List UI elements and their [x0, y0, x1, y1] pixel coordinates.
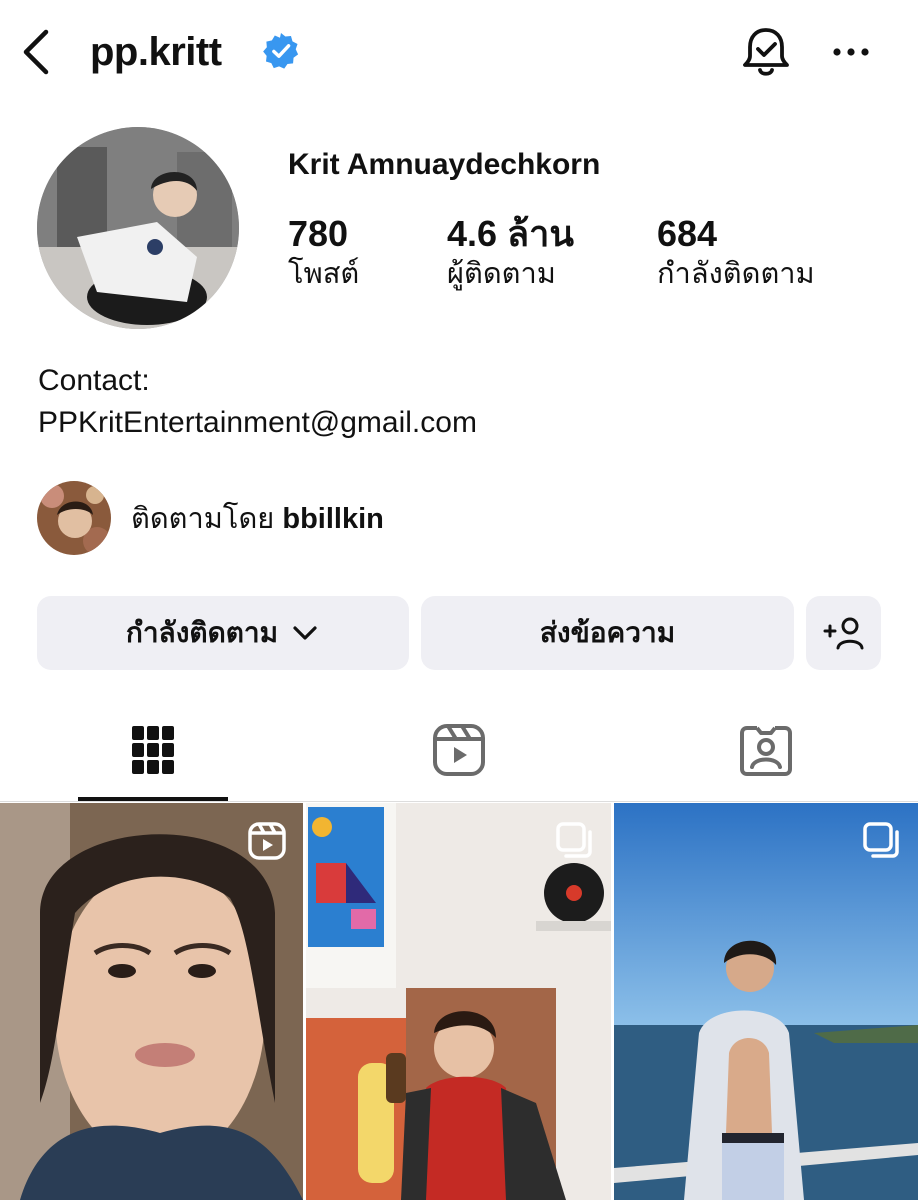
bio-line-email: PPKritEntertainment@gmail.com — [38, 406, 477, 439]
carousel-icon — [555, 821, 595, 861]
stat-following[interactable]: 684 กำลังติดตาม — [657, 212, 815, 292]
tab-tagged[interactable] — [690, 700, 842, 800]
stat-following-value: 684 — [657, 213, 718, 254]
post-thumbnail[interactable] — [306, 803, 611, 1200]
verified-badge-icon — [262, 32, 300, 70]
following-button-label: กำลังติดตาม — [125, 617, 279, 648]
more-horizontal-icon — [833, 48, 869, 56]
bell-check-icon — [743, 28, 789, 76]
post-thumbnail[interactable] — [614, 803, 918, 1200]
post-thumbnail[interactable] — [0, 803, 303, 1200]
stat-posts[interactable]: 780 โพสต์ — [288, 212, 359, 292]
add-person-icon — [823, 617, 863, 650]
tagged-icon — [740, 726, 792, 776]
followed-by-text[interactable]: ติดตามโดย bbillkin — [131, 500, 384, 538]
followed-by-prefix: ติดตามโดย — [131, 503, 275, 535]
stat-followers-label: ผู้ติดตาม — [447, 258, 556, 290]
message-button[interactable]: ส่งข้อความ — [421, 596, 794, 670]
stat-posts-label: โพสต์ — [288, 258, 360, 290]
more-options-button[interactable] — [826, 30, 876, 74]
mutual-follower-avatar[interactable] — [37, 481, 111, 555]
chevron-left-icon — [23, 29, 49, 75]
tab-divider — [0, 801, 918, 802]
profile-full-name: Krit Amnuaydechkorn — [288, 148, 601, 181]
stat-following-label: กำลังติดตาม — [657, 258, 815, 290]
profile-bio: Contact: PPKritEntertainment@gmail.com — [38, 360, 477, 444]
reels-icon — [433, 724, 485, 776]
notifications-button[interactable] — [738, 22, 794, 82]
message-button-label: ส่งข้อความ — [539, 617, 676, 648]
stat-followers[interactable]: 4.6 ล้าน ผู้ติดตาม — [447, 212, 574, 292]
grid-icon — [132, 726, 174, 774]
profile-avatar[interactable] — [37, 127, 239, 329]
stat-posts-value: 780 — [288, 213, 349, 254]
bio-line-contact: Contact: — [38, 364, 150, 397]
chevron-down-icon — [293, 626, 317, 640]
following-button[interactable]: กำลังติดตาม — [37, 596, 409, 670]
tab-reels[interactable] — [383, 700, 535, 800]
back-button[interactable] — [14, 24, 60, 80]
stat-followers-value: 4.6 ล้าน — [447, 213, 574, 254]
followed-by-username[interactable]: bbillkin — [282, 503, 384, 535]
suggested-accounts-button[interactable] — [806, 596, 881, 670]
reel-icon — [247, 821, 287, 861]
profile-username: pp.kritt — [90, 30, 222, 74]
tab-posts-grid[interactable] — [78, 700, 228, 800]
carousel-icon — [862, 821, 902, 861]
